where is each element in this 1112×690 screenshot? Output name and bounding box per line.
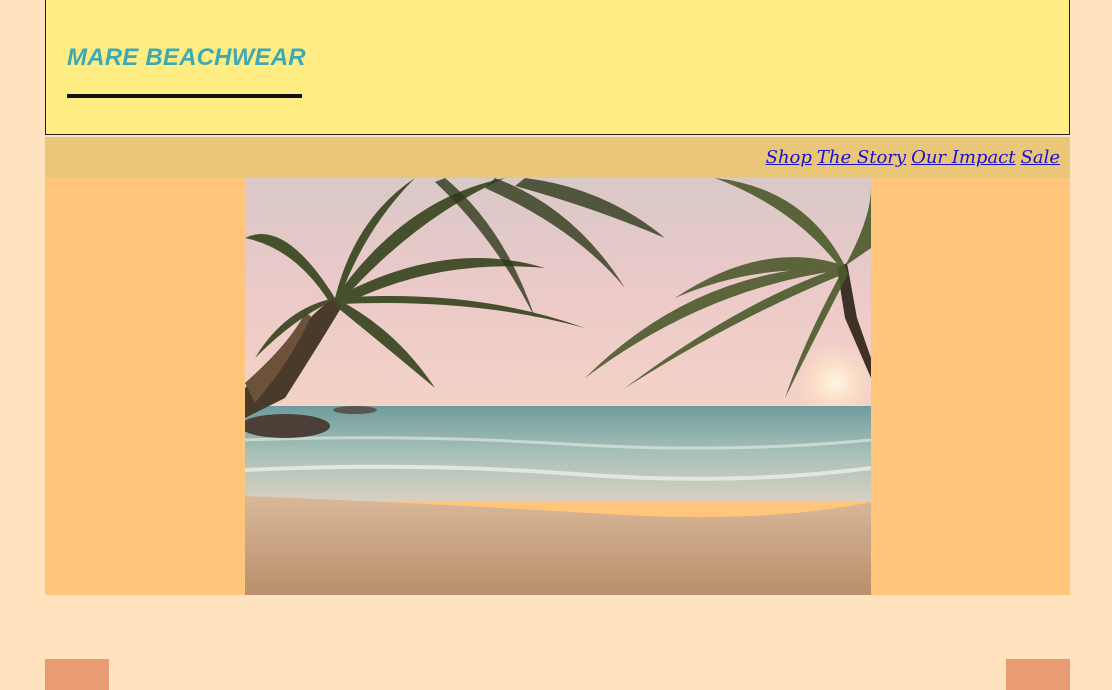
hero-image [245,178,871,595]
nav-link-the-story[interactable]: The Story [817,147,906,168]
page: MARE BEACHWEAR Shop The Story Our Impact… [0,0,1112,690]
brand-underline [67,94,302,98]
hero-banner [45,178,1070,595]
nav-link-sale[interactable]: Sale [1021,147,1060,168]
brand-logo[interactable]: MARE BEACHWEAR [67,44,306,72]
carousel-prev-button[interactable] [45,659,109,690]
beach-sunset-illustration [245,178,871,595]
main-nav: Shop The Story Our Impact Sale [45,137,1070,178]
nav-link-shop[interactable]: Shop [766,147,812,168]
site-header: MARE BEACHWEAR [45,0,1070,135]
carousel-next-button[interactable] [1006,659,1070,690]
nav-link-our-impact[interactable]: Our Impact [911,147,1015,168]
